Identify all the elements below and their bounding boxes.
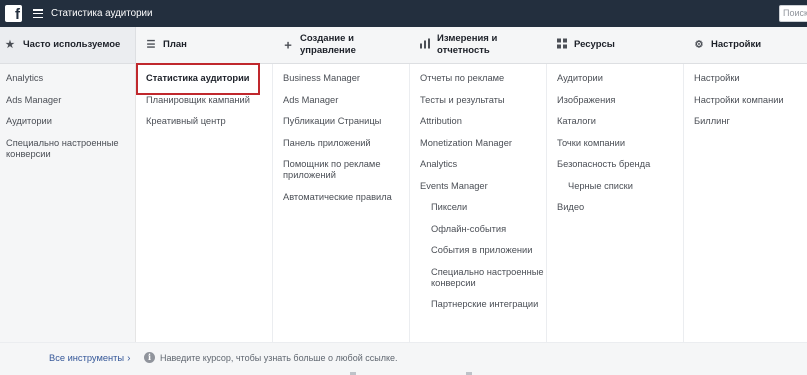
- resources-item-catalogs[interactable]: Каталоги: [557, 116, 679, 127]
- measure-item-ads-reporting[interactable]: Отчеты по рекламе: [420, 73, 544, 84]
- create-item-page-posts[interactable]: Публикации Страницы: [283, 116, 405, 127]
- settings-item-billing[interactable]: Биллинг: [694, 116, 804, 127]
- header-plan-label: План: [163, 39, 187, 50]
- top-bar: f Статистика аудитории Поиск: [0, 0, 807, 27]
- divider: [546, 64, 547, 342]
- measure-item-app-events[interactable]: События в приложении: [420, 245, 544, 256]
- measure-item-offline-events[interactable]: Офлайн-события: [420, 224, 544, 235]
- page-title[interactable]: Статистика аудитории: [51, 8, 153, 19]
- frequent-item-analytics[interactable]: Analytics: [6, 73, 130, 84]
- create-item-business-manager[interactable]: Business Manager: [283, 73, 405, 84]
- resources-item-brand-safety[interactable]: Безопасность бренда: [557, 159, 679, 170]
- measure-item-pixels[interactable]: Пиксели: [420, 202, 544, 213]
- header-create-label: Создание и управление: [300, 33, 356, 56]
- header-settings-label: Настройки: [711, 39, 762, 50]
- star-icon: ★: [5, 39, 15, 51]
- header-measure-label: Измерения и отчетность: [437, 33, 498, 56]
- bar-chart-icon: [420, 38, 430, 52]
- create-item-ads-manager[interactable]: Ads Manager: [283, 95, 405, 106]
- resources-item-block-lists[interactable]: Черные списки: [557, 181, 679, 192]
- header-frequent: ★ Часто используемое: [0, 27, 136, 64]
- info-icon: i: [144, 352, 155, 363]
- header-resources-label: Ресурсы: [574, 39, 615, 50]
- measure-item-events-manager[interactable]: Events Manager: [420, 181, 544, 192]
- plan-item-campaign-planner[interactable]: Планировщик кампаний: [146, 95, 266, 106]
- resources-item-images[interactable]: Изображения: [557, 95, 679, 106]
- resources-item-videos[interactable]: Видео: [557, 202, 679, 213]
- all-tools-link[interactable]: Все инструменты ›: [49, 353, 130, 364]
- measure-item-monetization-manager[interactable]: Monetization Manager: [420, 138, 544, 149]
- chevron-right-icon: ›: [127, 353, 131, 364]
- divider: [409, 64, 410, 342]
- divider: [683, 64, 684, 342]
- hamburger-menu-icon[interactable]: [33, 9, 43, 19]
- settings-list: Настройки Настройки компании Биллинг: [694, 73, 804, 138]
- facebook-logo-icon[interactable]: f: [5, 5, 22, 22]
- header-create: + Создание и управление: [273, 27, 410, 64]
- all-tools-label: Все инструменты: [49, 353, 125, 363]
- plus-icon: +: [284, 37, 292, 53]
- measure-item-tests[interactable]: Тесты и результаты: [420, 95, 544, 106]
- measure-item-analytics[interactable]: Analytics: [420, 159, 544, 170]
- measure-item-partner-integrations[interactable]: Партнерские интеграции: [420, 299, 544, 310]
- resources-item-business-locations[interactable]: Точки компании: [557, 138, 679, 149]
- frequent-list: Analytics Ads Manager Аудитории Специаль…: [6, 73, 130, 170]
- settings-item-settings[interactable]: Настройки: [694, 73, 804, 84]
- hover-hint: Наведите курсор, чтобы узнать больше о л…: [160, 353, 398, 363]
- measure-item-custom-conversions[interactable]: Специально настроенные конверсии: [420, 267, 544, 289]
- resources-item-audiences[interactable]: Аудитории: [557, 73, 679, 84]
- create-list: Business Manager Ads Manager Публикации …: [283, 73, 405, 213]
- plan-list: Статистика аудитории Планировщик кампани…: [146, 73, 266, 138]
- header-resources: Ресурсы: [547, 27, 684, 64]
- create-item-app-dashboard[interactable]: Панель приложений: [283, 138, 405, 149]
- list-icon: ☰: [146, 39, 156, 51]
- resources-list: Аудитории Изображения Каталоги Точки ком…: [557, 73, 679, 224]
- frequent-item-audiences[interactable]: Аудитории: [6, 116, 130, 127]
- header-settings: ⚙ Настройки: [684, 27, 807, 64]
- measure-item-attribution[interactable]: Attribution: [420, 116, 544, 127]
- grid-icon: [557, 38, 567, 52]
- header-plan: ☰ План: [136, 27, 273, 64]
- search-input[interactable]: Поиск: [779, 5, 807, 22]
- plan-item-creative-hub[interactable]: Креативный центр: [146, 116, 266, 127]
- frequent-item-ads-manager[interactable]: Ads Manager: [6, 95, 130, 106]
- divider: [272, 64, 273, 342]
- create-item-app-ads-helper[interactable]: Помощник по рекламе приложений: [283, 159, 405, 181]
- measure-list: Отчеты по рекламе Тесты и результаты Att…: [420, 73, 544, 321]
- plan-item-audience-insights[interactable]: Статистика аудитории: [146, 73, 266, 84]
- gear-icon: ⚙: [694, 39, 704, 51]
- header-frequent-label: Часто используемое: [23, 39, 121, 50]
- settings-item-business-settings[interactable]: Настройки компании: [694, 95, 804, 106]
- create-item-automated-rules[interactable]: Автоматические правила: [283, 192, 405, 203]
- frequent-item-custom-conversions[interactable]: Специально настроенные конверсии: [6, 138, 130, 160]
- header-measure: Измерения и отчетность: [410, 27, 547, 64]
